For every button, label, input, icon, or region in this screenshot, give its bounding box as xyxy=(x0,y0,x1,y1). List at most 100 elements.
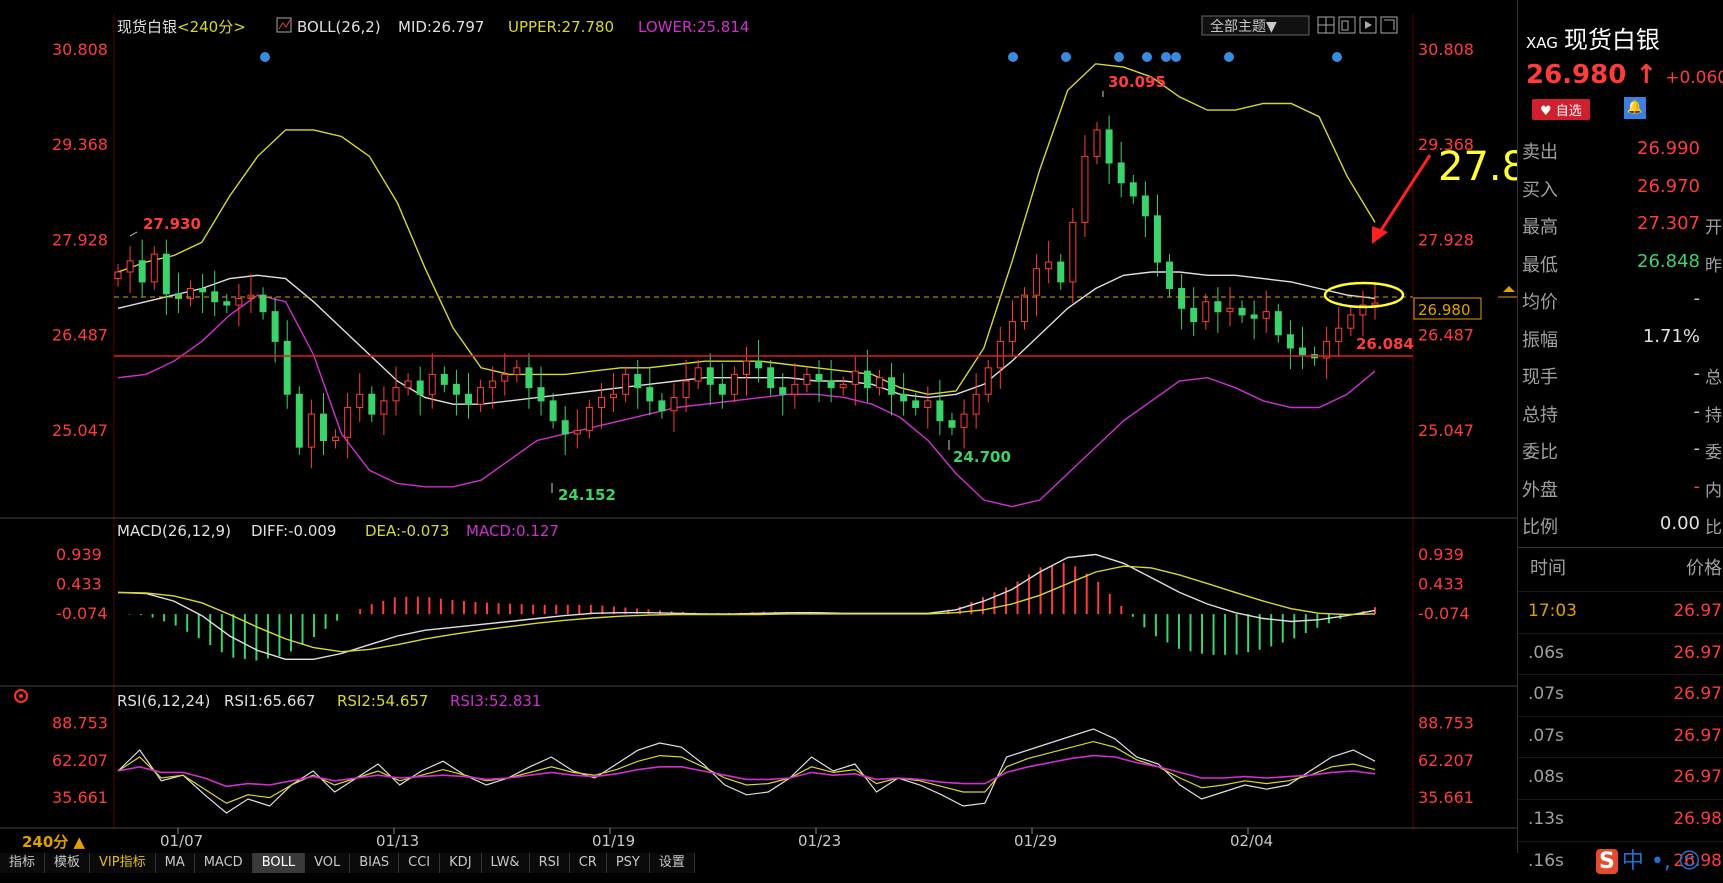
macd-dea: DEA:-0.073 xyxy=(365,522,449,540)
candle xyxy=(1371,302,1379,306)
candle xyxy=(537,387,545,402)
candle xyxy=(996,340,1004,369)
tick-price: 26.97 xyxy=(1673,767,1722,788)
candle xyxy=(174,293,182,299)
rsi-label: RSI(6,12,24) xyxy=(117,692,210,710)
candle xyxy=(1153,215,1161,263)
candle xyxy=(150,253,158,283)
candle xyxy=(1202,301,1210,323)
candle xyxy=(332,436,340,442)
tick-price: 26.97 xyxy=(1673,642,1722,663)
tab-6[interactable]: VOL xyxy=(305,853,351,873)
low-label-24152: 24.152 xyxy=(558,486,616,504)
tab-0[interactable]: 指标 xyxy=(0,853,46,873)
tab-3[interactable]: MA xyxy=(155,853,195,873)
quote-row-value: 26.990 xyxy=(1637,138,1700,159)
quote-row-value: 1.71% xyxy=(1642,325,1700,347)
macd-value: MACD:0.127 xyxy=(466,522,559,540)
last-price: 26.980 ↑ +0.060 xyxy=(1526,60,1723,90)
y-tick-label: 27.928 xyxy=(52,230,108,249)
candle xyxy=(634,373,642,389)
y-tick-label-right: 25.047 xyxy=(1418,421,1474,440)
alert-bell-icon[interactable]: 🔔 xyxy=(1624,97,1646,119)
candle xyxy=(646,387,654,402)
candle xyxy=(948,420,956,428)
candle xyxy=(658,400,666,412)
tab-12[interactable]: CR xyxy=(569,853,607,873)
candle xyxy=(319,413,327,442)
period-button[interactable]: 240分 ▲ xyxy=(22,833,86,851)
tab-5[interactable]: BOLL xyxy=(252,853,306,873)
quote-row-extra: 昨 xyxy=(1705,255,1722,276)
annotation-text: 27.8 xyxy=(1438,144,1527,190)
symbol-code: XAG xyxy=(1526,34,1558,52)
quote-row: 卖出 26.990 xyxy=(1518,132,1723,168)
candle xyxy=(525,367,533,389)
quote-row: 委比 - 委 xyxy=(1518,432,1723,468)
theme-button[interactable]: 全部主题▼ xyxy=(1201,15,1310,36)
kline-chart[interactable]: 现货白银<240分> BOLL(26,2) MID:26.797 UPPER:2… xyxy=(0,0,1723,873)
tick-price: 26.97 xyxy=(1673,601,1722,621)
tab-10[interactable]: LW& xyxy=(481,853,530,873)
candle xyxy=(622,373,630,395)
tab-13[interactable]: PSY xyxy=(606,853,650,873)
candle xyxy=(392,387,400,402)
tab-14[interactable]: 设置 xyxy=(649,853,695,873)
svg-text:26.980: 26.980 xyxy=(1418,301,1471,319)
candle xyxy=(1347,314,1355,329)
quote-row-key: 卖出 xyxy=(1522,142,1558,163)
macd-tick-label: 0.939 xyxy=(56,545,102,564)
quote-row: 比例 0.00 比 xyxy=(1518,507,1723,543)
candle xyxy=(138,260,146,283)
quote-row-value: - xyxy=(1693,475,1701,497)
tab-4[interactable]: MACD xyxy=(194,853,253,873)
tab-1[interactable]: 模板 xyxy=(45,853,91,873)
candle xyxy=(791,383,799,395)
candle xyxy=(465,393,473,405)
tab-7[interactable]: BIAS xyxy=(350,853,400,873)
boll-lower: LOWER:25.814 xyxy=(638,18,749,36)
rsi3-value: RSI3:52.831 xyxy=(450,692,541,710)
quote-row-key: 振幅 xyxy=(1522,329,1558,351)
tick-price: 26.97 xyxy=(1673,725,1722,746)
quote-row-value: 26.970 xyxy=(1637,175,1700,197)
quote-row-extra: 比 xyxy=(1705,518,1722,538)
quote-row-value: 27.307 xyxy=(1637,213,1700,234)
candle xyxy=(597,397,605,408)
tab-9[interactable]: KDJ xyxy=(440,853,482,873)
symbol-name: 现货白银 xyxy=(1563,26,1660,54)
tab-2[interactable]: VIP指标 xyxy=(90,853,156,873)
candle xyxy=(585,406,593,432)
candle xyxy=(815,373,823,382)
tick-row: 17:03 26.97 xyxy=(1518,591,1723,633)
quote-row-extra: 持 xyxy=(1705,405,1722,426)
quote-row-value: - xyxy=(1693,363,1701,384)
candle xyxy=(960,413,968,428)
high-label-30095: 30.095 xyxy=(1108,73,1166,91)
ime-logo-icon: S xyxy=(1596,849,1618,874)
y-tick-label: 26.487 xyxy=(52,326,108,345)
macd-diff: DIFF:-0.009 xyxy=(251,522,336,540)
candle xyxy=(223,301,231,306)
event-dot xyxy=(1008,52,1018,62)
tick-header: 时间 价格 xyxy=(1518,547,1723,584)
rsi2-value: RSI2:54.657 xyxy=(337,692,428,710)
candle xyxy=(1057,261,1065,283)
candle xyxy=(1141,195,1149,217)
tick-row: .07s 26.97 xyxy=(1518,674,1723,716)
tick-time: .13s xyxy=(1528,809,1564,829)
tab-11[interactable]: RSI xyxy=(529,853,570,873)
candle xyxy=(718,383,726,395)
tab-8[interactable]: CCI xyxy=(399,853,441,873)
y-tick-label-right: 27.928 xyxy=(1418,230,1474,249)
x-tick-label: 01/13 xyxy=(376,832,419,850)
y-tick-label: 25.047 xyxy=(52,421,108,440)
event-dot xyxy=(1332,52,1342,62)
macd-tick-label-right: 0.939 xyxy=(1418,545,1464,564)
candle xyxy=(839,383,847,389)
ime-toolbar[interactable]: S中 •, ☺ xyxy=(1596,843,1701,875)
quote-row: 总持 - 持 xyxy=(1518,395,1723,431)
quote-row-value: - xyxy=(1693,438,1701,459)
add-favorite-button[interactable]: ♥ 自选 xyxy=(1532,99,1590,120)
candle xyxy=(416,380,424,395)
